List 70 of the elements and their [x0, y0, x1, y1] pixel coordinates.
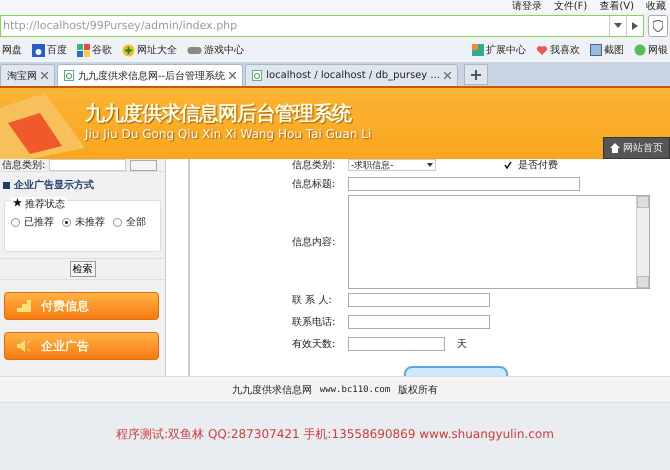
input-field[interactable]	[49, 159, 126, 171]
input-field[interactable]	[348, 293, 490, 307]
page-icon	[64, 70, 74, 81]
note-text: 程序测试:双鱼林 QQ:287307421 手机:13558690869 www.shuangyulin.com	[116, 426, 554, 442]
close-icon[interactable]	[444, 72, 451, 79]
radio-button[interactable]	[113, 218, 122, 226]
home-button[interactable]: 网站首页	[603, 137, 670, 159]
radio-button[interactable]	[62, 218, 71, 226]
field-label: 有效天数:	[292, 338, 336, 351]
footer-url: www.bc110.com	[320, 384, 390, 394]
field-label: 联系电话:	[292, 316, 336, 329]
checkbox-label: 是否付费	[518, 159, 558, 171]
menu-item[interactable]: 请登录	[512, 0, 542, 13]
shield-button[interactable]	[648, 14, 668, 36]
input-field[interactable]	[348, 337, 445, 351]
plus-circle-icon	[122, 44, 135, 56]
close-icon[interactable]	[41, 72, 48, 79]
banner-title: 九九度供求信息网后台管理系统	[85, 100, 352, 127]
radio-label: 已推荐	[24, 216, 54, 229]
square-icon	[3, 182, 10, 188]
house-icon	[610, 143, 620, 153]
toolbar-link[interactable]: 截图	[604, 43, 624, 57]
field-label: 信息类别:	[2, 159, 46, 171]
field-label: 信息内容:	[292, 236, 336, 249]
menu-item[interactable]: 文件(F)	[554, 0, 588, 13]
menu-item[interactable]: 查看(V)	[599, 0, 634, 13]
text-area[interactable]	[348, 195, 650, 289]
heart-icon	[536, 44, 548, 56]
close-icon[interactable]	[229, 72, 236, 79]
plus-icon	[470, 70, 481, 80]
browser-tab[interactable]: localhost / localhost / db_pursey ...	[245, 64, 458, 86]
browser-tab[interactable]: 九九度供求信息网--后台管理系统	[57, 64, 244, 86]
speaker-icon	[17, 340, 31, 352]
field-label: 信息标题:	[292, 178, 336, 191]
banner-subtitle: Jiu Jiu Du Gong Qiu Xin Xi Wang Hou Tai Guan Li	[85, 127, 372, 141]
stairs-icon	[17, 300, 31, 312]
bookmark-link[interactable]: 百度	[47, 43, 67, 57]
grid-icon	[77, 44, 90, 56]
field-label: 信息类别:	[292, 159, 336, 171]
small-button[interactable]	[130, 160, 158, 170]
unit-label: 天	[457, 338, 467, 351]
dropdown-icon	[427, 163, 433, 167]
category-select[interactable]: -求职信息-	[348, 159, 436, 171]
page-icon	[252, 70, 262, 81]
browser-tab[interactable]: 淘宝网	[0, 64, 55, 86]
shield-icon	[653, 20, 663, 32]
radio-label: 全部	[126, 216, 146, 229]
bookmark-link[interactable]: 谷歌	[92, 43, 112, 57]
search-button[interactable]: 检索	[70, 261, 96, 277]
new-tab-button[interactable]	[464, 64, 488, 85]
star-icon	[13, 198, 22, 207]
toolbar-link[interactable]: 网银	[648, 43, 668, 57]
bookmark-link[interactable]: 网盘	[2, 43, 22, 57]
footer-text: 版权所有	[398, 384, 438, 396]
bookmark-link[interactable]: 网址大全	[137, 43, 177, 57]
checkbox[interactable]	[504, 161, 512, 169]
input-field[interactable]	[348, 315, 490, 329]
toolbar-link[interactable]: 扩展中心	[486, 43, 526, 57]
bookmark-link[interactable]: 游戏中心	[204, 43, 244, 57]
menu-item[interactable]: 收藏	[646, 0, 666, 13]
dropdown-icon	[614, 23, 622, 28]
field-label: 联 系 人:	[292, 294, 333, 307]
radio-label: 未推荐	[75, 216, 105, 229]
play-icon	[632, 22, 638, 30]
group-legend: 推荐状态	[25, 199, 66, 210]
radio-button[interactable]	[11, 218, 20, 226]
section-title: 企业广告显示方式	[14, 178, 94, 192]
input-field[interactable]	[348, 177, 580, 191]
toolbar-link[interactable]: 我喜欢	[550, 43, 580, 57]
footer-text: 九九度供求信息网	[232, 384, 312, 396]
